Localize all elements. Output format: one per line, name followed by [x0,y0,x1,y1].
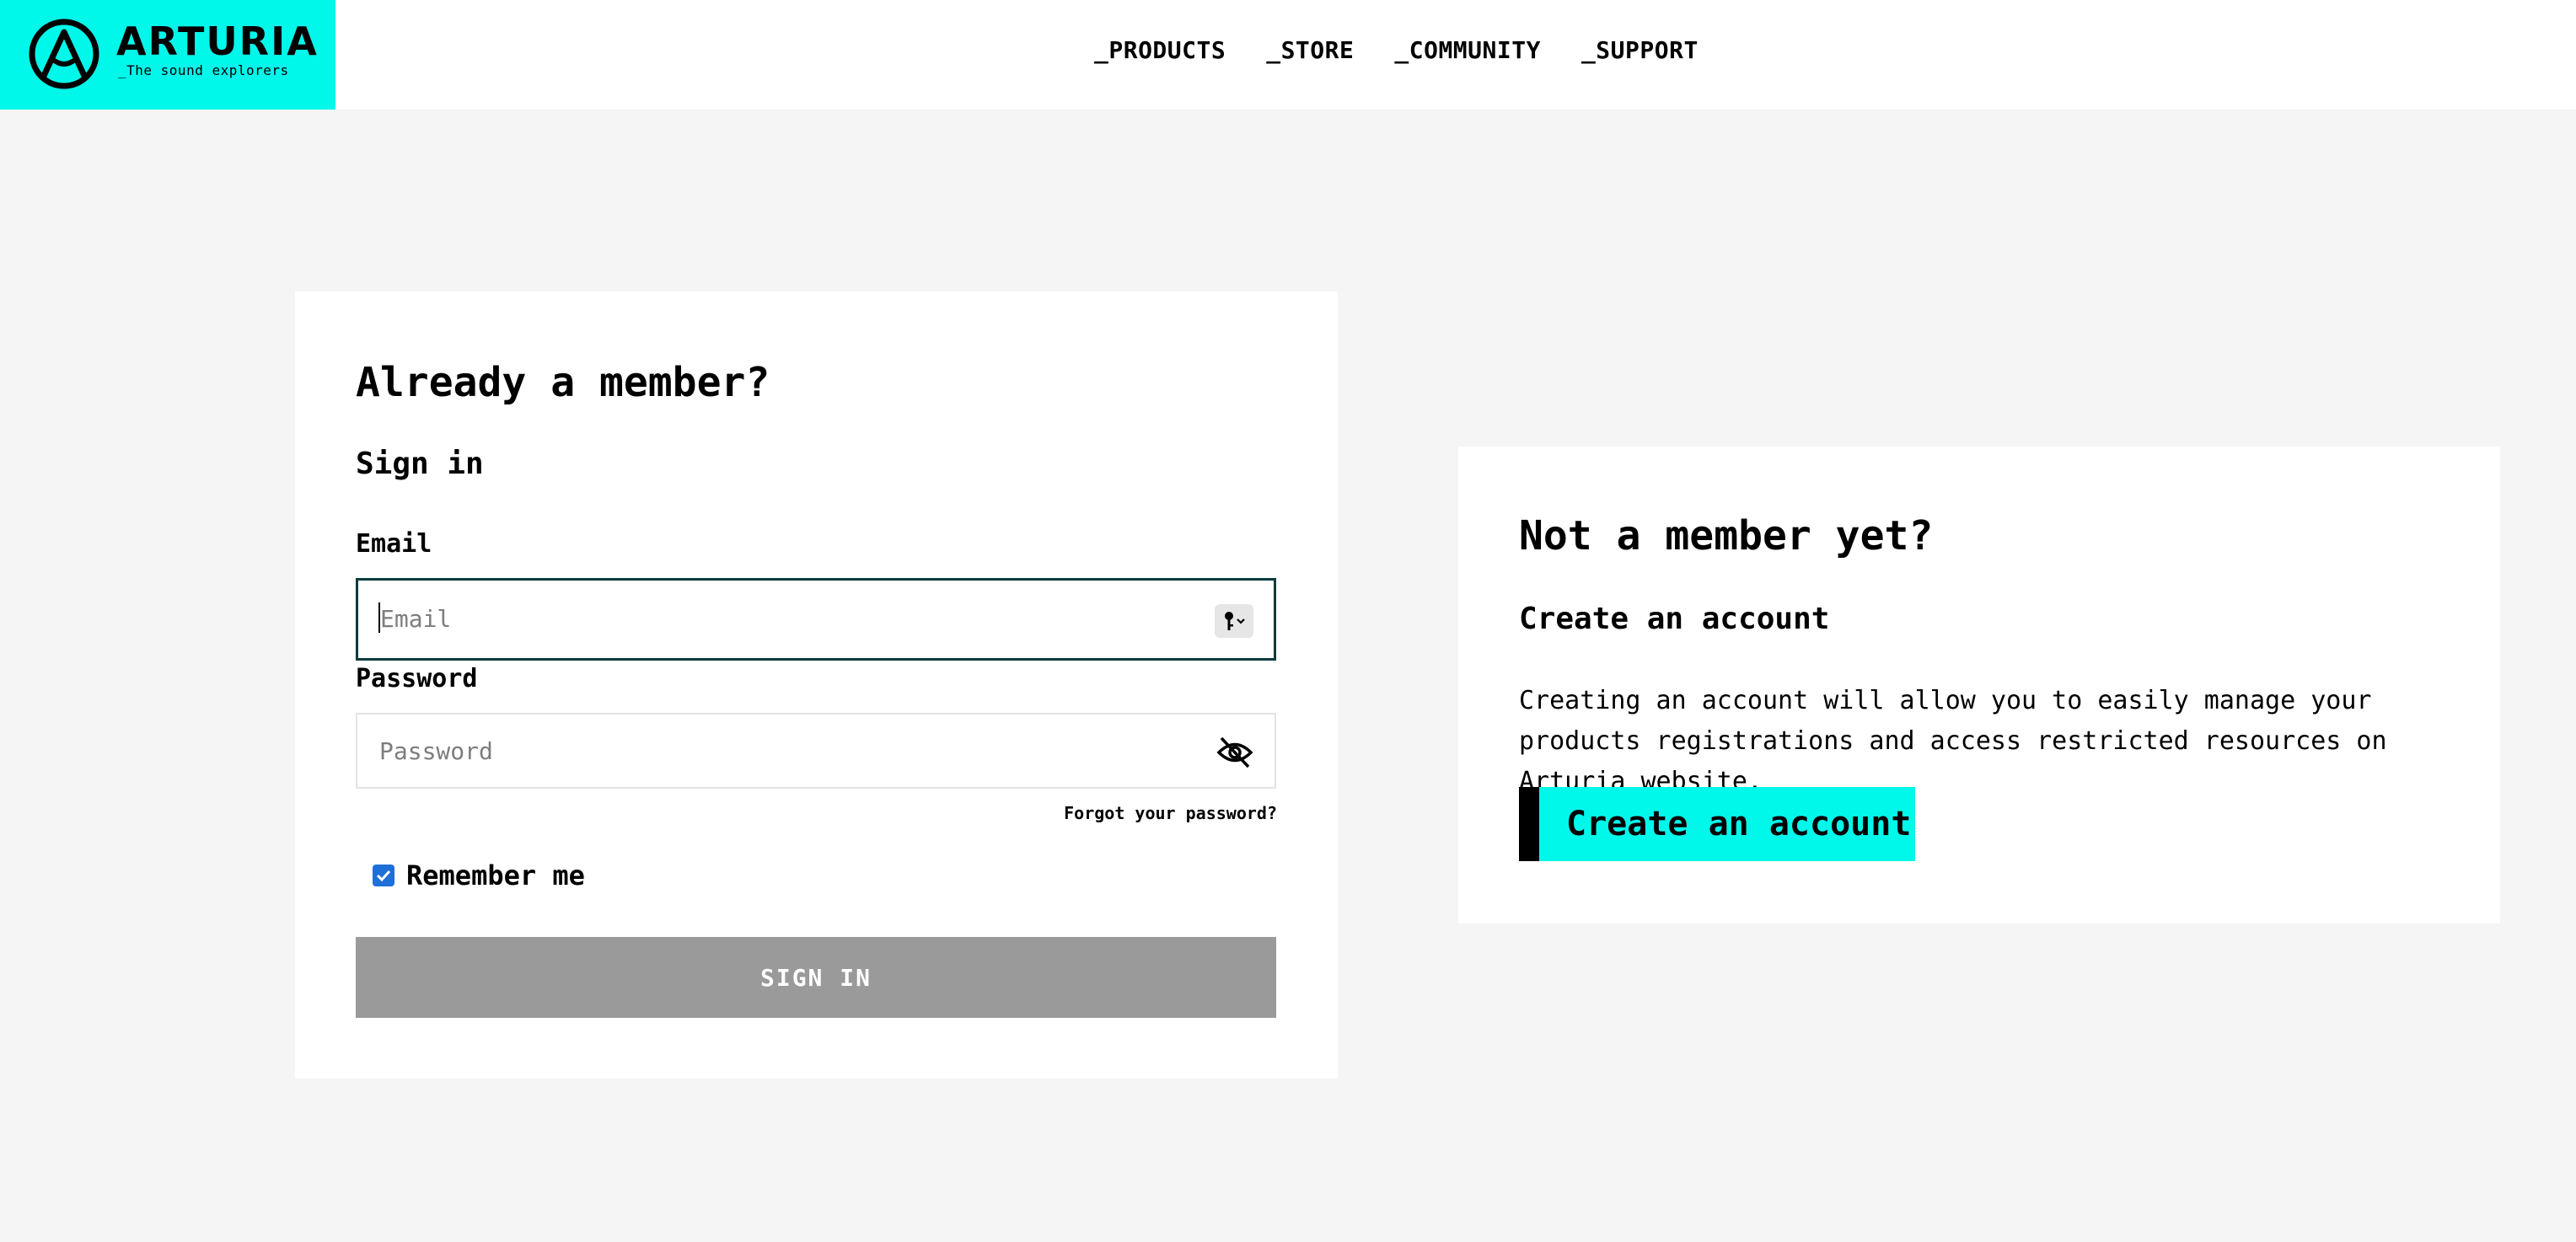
register-description: Creating an account will allow you to ea… [1519,686,2387,796]
key-icon[interactable] [1215,604,1253,638]
main-nav: _PRODUCTS _STORE _COMMUNITY _SUPPORT [1094,34,1699,67]
password-label: Password [356,664,478,693]
password-placeholder: Password [379,737,493,765]
eye-off-icon[interactable] [1216,733,1254,772]
logo[interactable]: ARTURIA _The sound explorers [0,0,335,110]
register-title: Not a member yet? [1519,512,1934,559]
site-header: ARTURIA _The sound explorers _PRODUCTS _… [0,0,2576,110]
nav-item-store[interactable]: _STORE [1266,34,1354,67]
signin-title: Already a member? [356,359,770,406]
email-placeholder: Email [380,605,452,633]
button-accent-bar [1519,787,1539,861]
signin-card: Already a member? Sign in Email Email Pa… [295,292,1338,1079]
remember-me-checkbox[interactable] [373,865,394,886]
email-label: Email [356,529,432,559]
remember-me-label[interactable]: Remember me [406,858,585,893]
arturia-logo-icon [29,19,99,89]
forgot-password-link[interactable]: Forgot your password? [1064,802,1277,824]
email-field[interactable]: Email [356,578,1276,661]
brand-name: ARTURIA [116,19,319,64]
brand-tagline: _The sound explorers [118,62,289,78]
nav-item-products[interactable]: _PRODUCTS [1094,34,1226,67]
signin-subtitle: Sign in [356,447,484,481]
sign-in-button[interactable]: SIGN IN [356,937,1276,1018]
nav-item-community[interactable]: _COMMUNITY [1394,34,1541,67]
create-account-button[interactable]: Create an account [1519,787,1915,861]
nav-item-support[interactable]: _SUPPORT [1581,34,1699,67]
password-field[interactable]: Password [356,713,1276,789]
register-card: Not a member yet? Create an account Crea… [1458,447,2500,923]
create-account-label: Create an account [1566,805,1912,843]
register-subtitle: Create an account [1519,602,1830,636]
